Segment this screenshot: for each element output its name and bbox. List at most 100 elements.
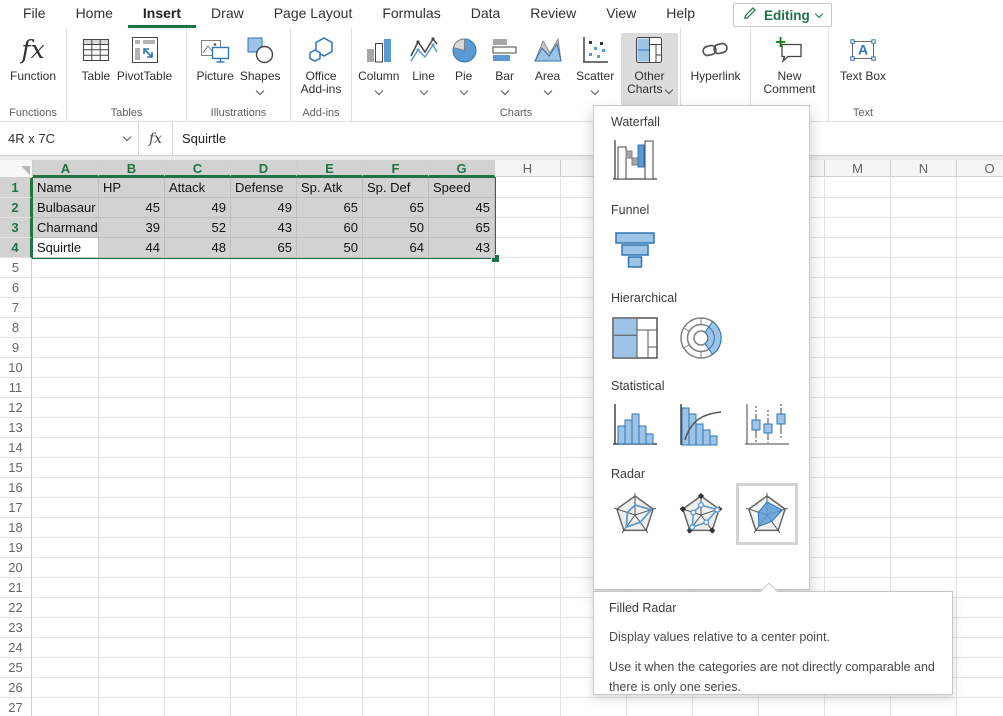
column-header-b[interactable]: B (99, 160, 165, 177)
row-header-17[interactable]: 17 (0, 498, 32, 518)
row-header-5[interactable]: 5 (0, 258, 32, 278)
tab-view[interactable]: View (591, 0, 651, 28)
tab-file[interactable]: File (8, 0, 61, 28)
cell-E1[interactable]: Sp. Atk (297, 178, 363, 198)
cell-C3[interactable]: 52 (165, 218, 231, 238)
other-charts-button[interactable]: Other Charts (621, 33, 678, 105)
row-header-23[interactable]: 23 (0, 618, 32, 638)
column-header-a[interactable]: A (33, 160, 99, 177)
cell-G2[interactable]: 45 (429, 198, 495, 218)
cell-G1[interactable]: Speed (429, 178, 495, 198)
row-header-16[interactable]: 16 (0, 478, 32, 498)
histogram-chart-option[interactable] (611, 402, 659, 450)
column-header-o[interactable]: O (957, 160, 1003, 177)
text-box-button[interactable]: A Text Box (837, 33, 889, 84)
row-header-24[interactable]: 24 (0, 638, 32, 658)
cell-A3[interactable]: Charmander (33, 218, 99, 238)
tab-formulas[interactable]: Formulas (367, 0, 455, 28)
cell-E3[interactable]: 60 (297, 218, 363, 238)
cell-E2[interactable]: 65 (297, 198, 363, 218)
row-header-18[interactable]: 18 (0, 518, 32, 538)
line-chart-button[interactable]: Line (404, 33, 444, 95)
row-header-27[interactable]: 27 (0, 698, 32, 716)
box-and-whisker-chart-option[interactable] (743, 402, 791, 450)
column-header-h[interactable]: H (495, 160, 561, 177)
row-header-20[interactable]: 20 (0, 558, 32, 578)
row-header-3[interactable]: 3 (0, 218, 32, 238)
pie-chart-button[interactable]: Pie (444, 33, 484, 95)
column-header-g[interactable]: G (429, 160, 495, 177)
row-header-11[interactable]: 11 (0, 378, 32, 398)
radar-chart-option[interactable] (611, 490, 659, 538)
column-header-m[interactable]: M (825, 160, 891, 177)
cell-C2[interactable]: 49 (165, 198, 231, 218)
treemap-chart-option[interactable] (611, 314, 659, 362)
funnel-chart-option[interactable] (611, 226, 659, 274)
cell-F2[interactable]: 65 (363, 198, 429, 218)
cell-A2[interactable]: Bulbasaur (33, 198, 99, 218)
tab-insert[interactable]: Insert (128, 0, 196, 28)
column-header-e[interactable]: E (297, 160, 363, 177)
area-chart-button[interactable]: Area (526, 33, 570, 95)
cell-B2[interactable]: 45 (99, 198, 165, 218)
sunburst-chart-option[interactable] (677, 314, 725, 362)
row-header-26[interactable]: 26 (0, 678, 32, 698)
row-header-14[interactable]: 14 (0, 438, 32, 458)
picture-button[interactable]: Picture (193, 33, 236, 84)
pivottable-button[interactable]: PivotTable (114, 33, 175, 84)
row-header-9[interactable]: 9 (0, 338, 32, 358)
tab-help[interactable]: Help (651, 0, 710, 28)
shapes-button[interactable]: Shapes (237, 33, 284, 95)
insert-function-fx-button[interactable]: fx (139, 122, 173, 155)
cell-F1[interactable]: Sp. Def (363, 178, 429, 198)
select-all-corner[interactable] (0, 160, 33, 178)
column-chart-button[interactable]: Column (354, 33, 404, 95)
new-comment-button[interactable]: New Comment (758, 33, 822, 97)
filled-radar-chart-option[interactable] (743, 490, 791, 538)
pareto-chart-option[interactable] (677, 402, 725, 450)
radar-with-markers-chart-option[interactable] (677, 490, 725, 538)
row-header-4[interactable]: 4 (0, 238, 32, 258)
tab-data[interactable]: Data (456, 0, 516, 28)
cell-D1[interactable]: Defense (231, 178, 297, 198)
cell-A1[interactable]: Name (33, 178, 99, 198)
bar-chart-button[interactable]: Bar (484, 33, 526, 95)
editing-mode-button[interactable]: Editing (733, 3, 832, 27)
tab-home[interactable]: Home (61, 0, 128, 28)
cell-B3[interactable]: 39 (99, 218, 165, 238)
cell-G3[interactable]: 65 (429, 218, 495, 238)
row-header-19[interactable]: 19 (0, 538, 32, 558)
row-header-1[interactable]: 1 (0, 178, 32, 198)
cell-B4[interactable]: 44 (99, 238, 165, 258)
row-header-12[interactable]: 12 (0, 398, 32, 418)
cell-G4[interactable]: 43 (429, 238, 495, 258)
cell-D2[interactable]: 49 (231, 198, 297, 218)
function-button[interactable]: fx Function (7, 33, 59, 84)
column-header-d[interactable]: D (231, 160, 297, 177)
column-header-c[interactable]: C (165, 160, 231, 177)
waterfall-chart-option[interactable] (611, 138, 659, 186)
row-header-25[interactable]: 25 (0, 658, 32, 678)
row-header-7[interactable]: 7 (0, 298, 32, 318)
cell-E4[interactable]: 50 (297, 238, 363, 258)
office-add-ins-button[interactable]: Office Add-ins (293, 33, 349, 97)
row-header-10[interactable]: 10 (0, 358, 32, 378)
cell-B1[interactable]: HP (99, 178, 165, 198)
formula-input[interactable]: Squirtle (173, 122, 1003, 155)
cell-F4[interactable]: 64 (363, 238, 429, 258)
cell-C4[interactable]: 48 (165, 238, 231, 258)
row-header-15[interactable]: 15 (0, 458, 32, 478)
cell-D4[interactable]: 65 (231, 238, 297, 258)
cell-A4[interactable]: Squirtle (33, 238, 99, 258)
cell-D3[interactable]: 43 (231, 218, 297, 238)
column-header-n[interactable]: N (891, 160, 957, 177)
table-button[interactable]: Table (78, 33, 114, 84)
name-box[interactable]: 4R x 7C (0, 122, 139, 155)
row-header-21[interactable]: 21 (0, 578, 32, 598)
row-header-13[interactable]: 13 (0, 418, 32, 438)
cell-F3[interactable]: 50 (363, 218, 429, 238)
column-header-f[interactable]: F (363, 160, 429, 177)
row-header-2[interactable]: 2 (0, 198, 32, 218)
tab-draw[interactable]: Draw (196, 0, 259, 28)
tab-review[interactable]: Review (515, 0, 591, 28)
